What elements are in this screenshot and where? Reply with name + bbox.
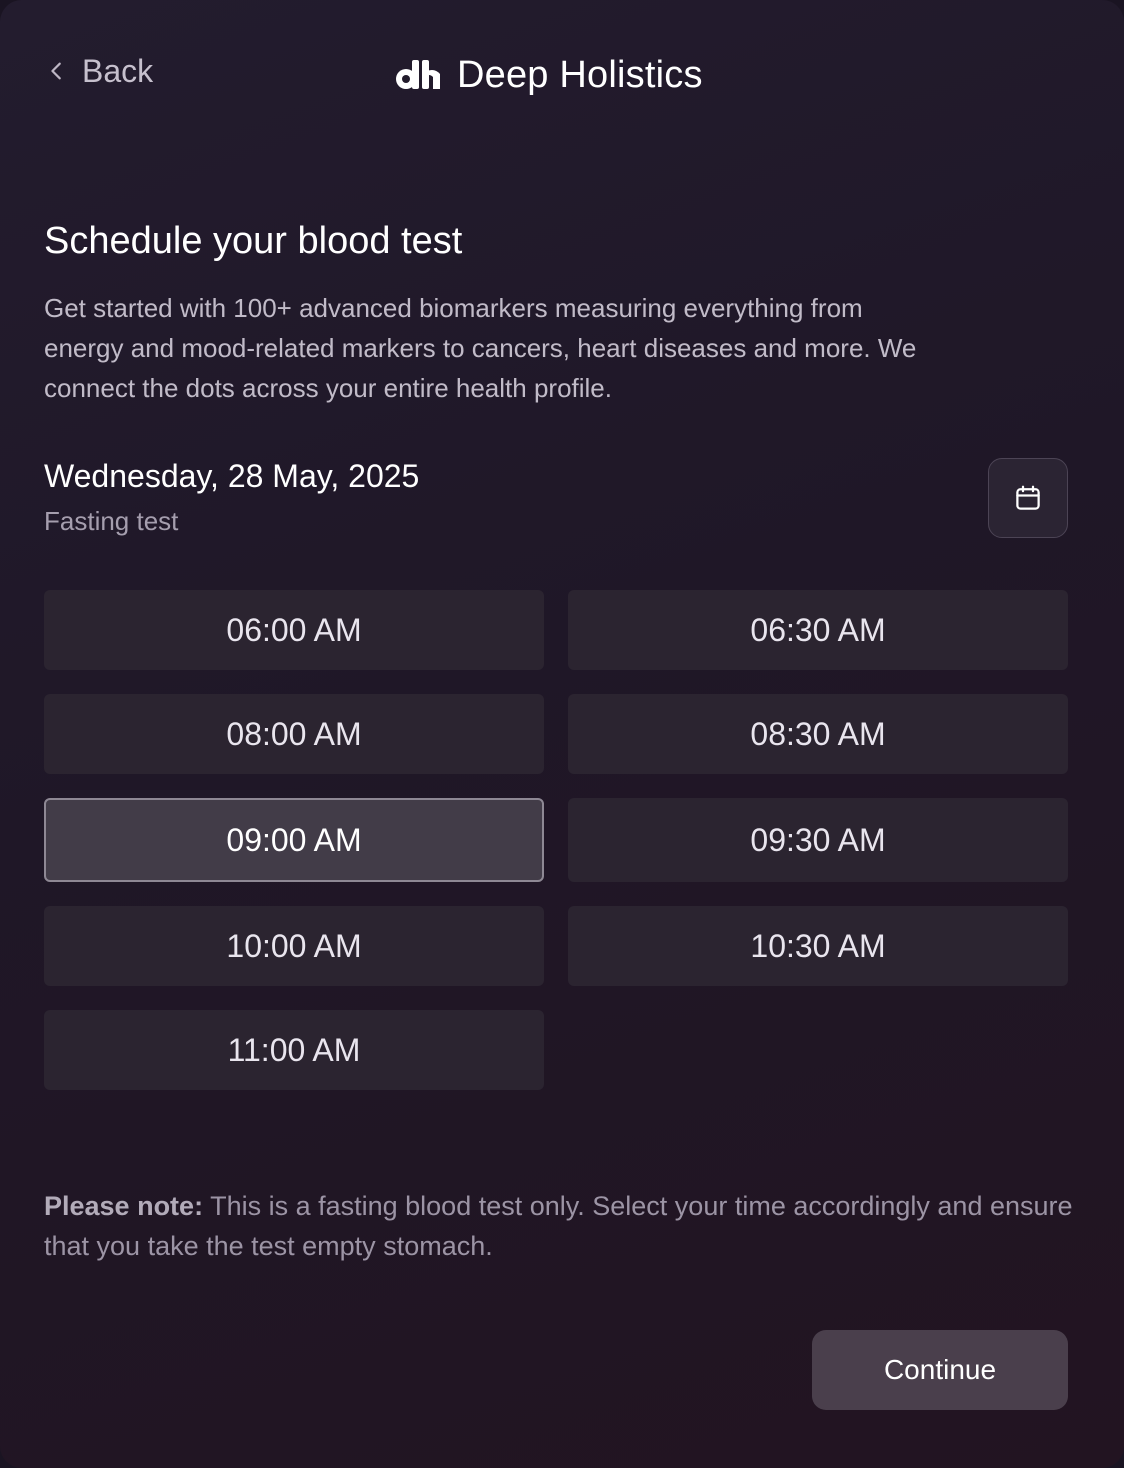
time-slot-0600[interactable]: 06:00 AM bbox=[44, 590, 544, 670]
fasting-note: Please note: This is a fasting blood tes… bbox=[44, 1186, 1084, 1266]
page-title: Schedule your blood test bbox=[44, 220, 463, 262]
dh-logo-icon bbox=[396, 60, 440, 89]
time-slot-0630[interactable]: 06:30 AM bbox=[568, 590, 1068, 670]
brand: Deep Holistics bbox=[395, 52, 703, 98]
calendar-button[interactable] bbox=[988, 458, 1068, 538]
time-slot-1100[interactable]: 11:00 AM bbox=[44, 1010, 544, 1090]
calendar-icon bbox=[1016, 485, 1040, 510]
selected-date: Wednesday, 28 May, 2025 bbox=[44, 458, 420, 494]
time-slot-0830[interactable]: 08:30 AM bbox=[568, 694, 1068, 774]
test-type-label: Fasting test bbox=[44, 506, 179, 536]
note-prefix: Please note: bbox=[44, 1191, 204, 1221]
schedule-screen: Back Deep Holistics Schedule your blood … bbox=[0, 0, 1124, 1468]
back-button[interactable]: Back bbox=[46, 50, 153, 92]
continue-button[interactable]: Continue bbox=[812, 1330, 1068, 1410]
page-description: Get started with 100+ advanced biomarker… bbox=[44, 293, 917, 403]
time-slot-0800[interactable]: 08:00 AM bbox=[44, 694, 544, 774]
time-slot-1000[interactable]: 10:00 AM bbox=[44, 906, 544, 986]
time-slot-1030[interactable]: 10:30 AM bbox=[568, 906, 1068, 986]
time-slot-0930[interactable]: 09:30 AM bbox=[568, 798, 1068, 882]
chevron-left-icon bbox=[51, 62, 61, 80]
brand-name: Deep Holistics bbox=[457, 53, 703, 96]
time-slot-0900-selected[interactable]: 09:00 AM bbox=[44, 798, 544, 882]
back-label: Back bbox=[82, 52, 154, 89]
